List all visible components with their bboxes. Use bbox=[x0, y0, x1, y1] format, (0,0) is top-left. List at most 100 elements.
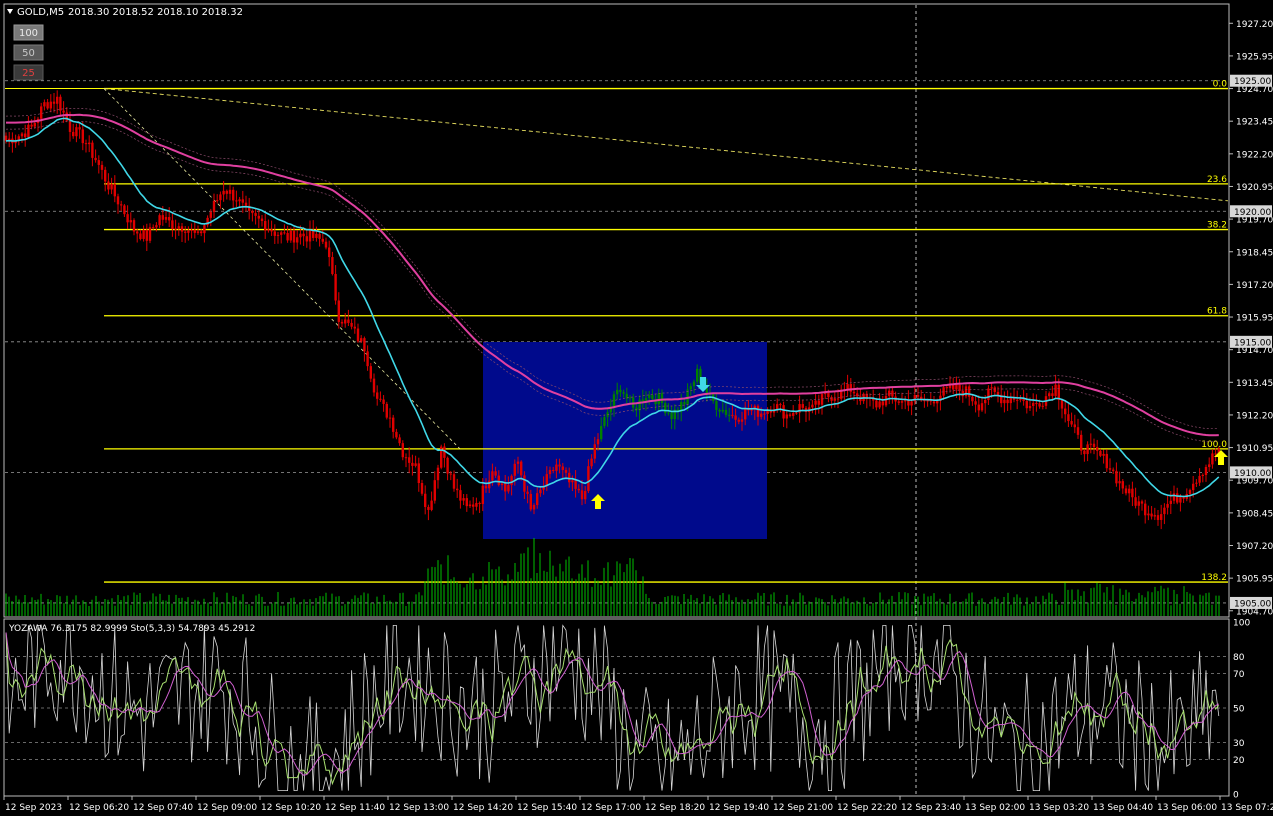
candle-body bbox=[446, 457, 449, 474]
time-tick-label: 13 Sep 07:20 bbox=[1221, 803, 1273, 813]
zoom-button-50[interactable]: 50 bbox=[13, 44, 44, 61]
candle-body bbox=[497, 475, 500, 486]
candle-body bbox=[1003, 399, 1006, 404]
indicator-label: YOZAWA 76.3175 82.9999 Sto(5,3,3) 54.789… bbox=[8, 624, 255, 634]
candle-body bbox=[878, 401, 881, 408]
time-tick-label: 12 Sep 14:20 bbox=[453, 803, 513, 813]
candle-body bbox=[267, 229, 270, 231]
zoom-button-100[interactable]: 100 bbox=[13, 24, 44, 41]
candle-body bbox=[974, 401, 977, 405]
time-tick-label: 12 Sep 22:20 bbox=[837, 803, 897, 813]
candle-body bbox=[788, 414, 792, 416]
candle-body bbox=[670, 412, 673, 420]
candle-body bbox=[72, 131, 75, 137]
candle-body bbox=[657, 393, 660, 405]
candle-body bbox=[228, 189, 232, 194]
candle-body bbox=[830, 397, 833, 401]
candle-body bbox=[1137, 501, 1140, 506]
candle-body bbox=[619, 389, 622, 393]
candle-body bbox=[603, 417, 606, 427]
candle-body bbox=[1211, 453, 1214, 465]
candle-body bbox=[568, 472, 571, 483]
fib-label-23.6: 23.6 bbox=[1207, 175, 1227, 185]
candle-body bbox=[1048, 393, 1051, 397]
candle-body bbox=[340, 321, 344, 324]
highlight-box bbox=[483, 342, 767, 539]
candle-body bbox=[120, 204, 123, 206]
candle-body bbox=[728, 414, 731, 416]
candle-body bbox=[881, 401, 884, 406]
candle-body bbox=[171, 220, 174, 230]
price-tick-label: 1905.95 bbox=[1236, 575, 1273, 585]
candle-body bbox=[1176, 493, 1179, 503]
candle-body bbox=[465, 498, 468, 507]
candle-body bbox=[331, 257, 334, 274]
candle-body bbox=[382, 399, 385, 404]
candle-body bbox=[395, 431, 398, 438]
candle-body bbox=[564, 469, 568, 473]
candle-body bbox=[1134, 497, 1137, 506]
candle-body bbox=[136, 231, 139, 234]
candle-body bbox=[1182, 497, 1185, 499]
candle-body bbox=[59, 96, 62, 111]
candle-body bbox=[734, 415, 737, 420]
time-tick-label: 12 Sep 19:40 bbox=[709, 803, 769, 813]
zoom-button-25[interactable]: 25 bbox=[13, 64, 44, 81]
candle-body bbox=[62, 110, 65, 113]
candle-body bbox=[1073, 424, 1076, 428]
candle-body bbox=[1163, 507, 1166, 515]
candle-body bbox=[353, 326, 356, 329]
candle-body bbox=[651, 394, 654, 400]
candle-body bbox=[884, 395, 888, 406]
svg-text:50: 50 bbox=[22, 48, 35, 59]
candle-body bbox=[577, 488, 580, 491]
fib-label-100.0: 100.0 bbox=[1201, 440, 1227, 450]
price-tick-label: 1920.95 bbox=[1236, 183, 1273, 193]
chart-menu-icon[interactable] bbox=[7, 9, 13, 14]
candle-body bbox=[945, 387, 948, 389]
candle-body bbox=[1006, 399, 1009, 404]
candle-body bbox=[180, 226, 184, 232]
candle-body bbox=[1140, 501, 1144, 504]
candle-body bbox=[523, 475, 526, 492]
svg-text:25: 25 bbox=[22, 68, 35, 79]
candle-body bbox=[158, 215, 161, 226]
candle-body bbox=[235, 200, 238, 202]
candle-body bbox=[1070, 421, 1073, 425]
consolidation-box bbox=[483, 342, 767, 539]
candle-body bbox=[321, 238, 324, 242]
candle-body bbox=[398, 437, 401, 444]
candle-body bbox=[481, 485, 484, 505]
candle-body bbox=[430, 500, 433, 510]
candle-body bbox=[360, 338, 363, 342]
candle-body bbox=[888, 390, 891, 396]
candle-body bbox=[683, 402, 686, 405]
candle-body bbox=[721, 409, 724, 412]
candle-body bbox=[1166, 503, 1169, 508]
candle-body bbox=[392, 417, 395, 432]
oscillator-tick-label: 0 bbox=[1233, 791, 1239, 801]
candle-body bbox=[264, 221, 267, 231]
candle-body bbox=[379, 398, 382, 400]
oscillator-tick-label: 80 bbox=[1233, 653, 1245, 663]
candle-body bbox=[926, 400, 929, 402]
candle-body bbox=[270, 229, 273, 232]
candle-body bbox=[737, 419, 740, 422]
candle-body bbox=[987, 388, 990, 400]
candle-body bbox=[344, 319, 347, 324]
candle-body bbox=[1019, 398, 1022, 401]
candle-body bbox=[1118, 481, 1121, 484]
candle-body bbox=[404, 457, 408, 459]
time-tick-label: 13 Sep 04:40 bbox=[1093, 803, 1153, 813]
candle-body bbox=[1016, 399, 1019, 401]
candle-body bbox=[1188, 490, 1192, 495]
candle-body bbox=[212, 200, 216, 213]
candle-body bbox=[996, 391, 1000, 395]
candle-body bbox=[1032, 403, 1035, 406]
candle-body bbox=[1204, 467, 1208, 475]
candle-body bbox=[222, 190, 225, 195]
price-tick-label: 1908.45 bbox=[1236, 509, 1273, 519]
candle-body bbox=[251, 210, 254, 214]
time-tick-label: 12 Sep 09:00 bbox=[197, 803, 257, 813]
price-chart[interactable]: 0.023.638.261.8100.0138.2 1927.201925.95… bbox=[0, 0, 1273, 816]
